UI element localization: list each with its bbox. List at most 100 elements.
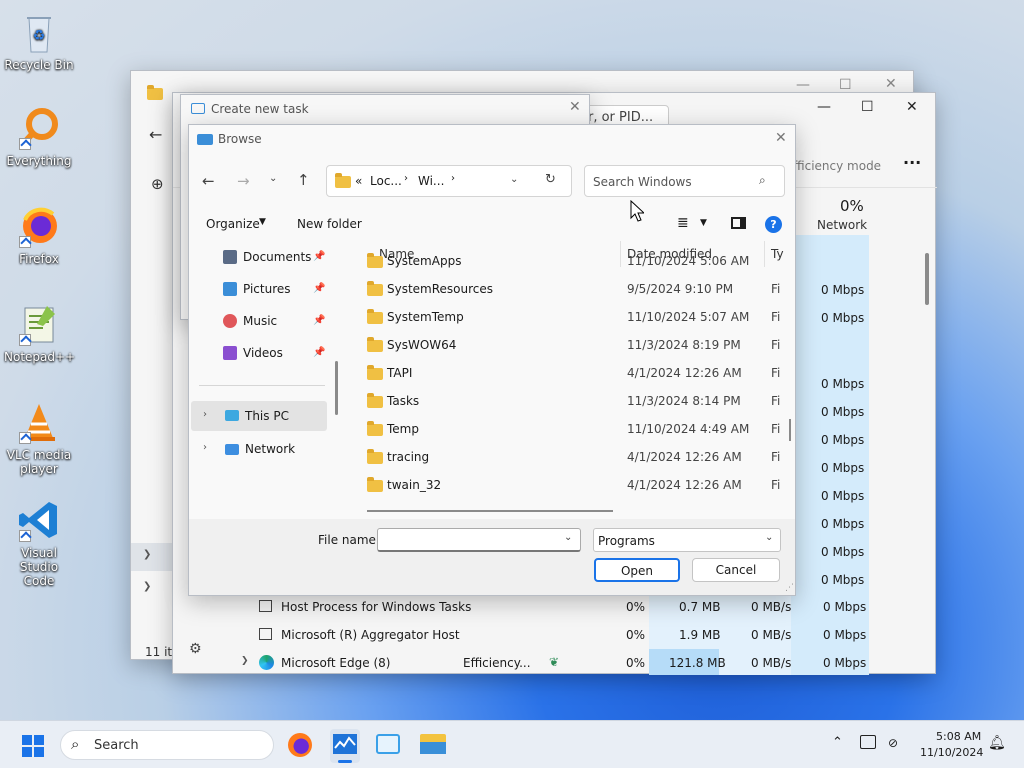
maximize-button[interactable]: ☐ — [839, 77, 852, 93]
minimize-button[interactable]: — — [796, 77, 810, 93]
refresh-icon[interactable]: ↻ — [545, 172, 556, 187]
nav-item-music[interactable]: Music 📌 — [189, 307, 325, 335]
search-icon: ⌕ — [759, 173, 766, 187]
minimize-button[interactable]: — — [817, 99, 831, 115]
back-arrow-icon[interactable]: ← — [149, 125, 162, 144]
nav-item-documents[interactable]: Documents 📌 — [189, 243, 325, 271]
folder-icon — [367, 309, 383, 325]
view-list-icon[interactable]: ≣ — [677, 215, 689, 231]
file-explorer-taskbar-icon[interactable] — [420, 734, 446, 754]
network-disconnected-icon[interactable]: ⊘ — [888, 736, 898, 750]
table-row[interactable]: Host Process for Windows Tasks 0% 0.7 MB… — [173, 593, 933, 621]
desktop-icon-firefox[interactable]: Firefox — [4, 204, 74, 266]
efficiency-leaf-icon: ❦ — [549, 655, 560, 669]
up-arrow-icon[interactable]: ↑ — [297, 171, 310, 189]
settings-gear-icon[interactable]: ⚙ — [189, 641, 202, 657]
breadcrumb-windows[interactable]: Wi... — [418, 174, 444, 188]
music-icon — [223, 314, 237, 328]
desktop-icon-everything[interactable]: Everything — [4, 106, 74, 168]
active-indicator — [338, 760, 352, 763]
new-plus-icon[interactable]: ⊕ — [151, 175, 164, 193]
list-horizontal-scrollbar-thumb[interactable] — [367, 510, 613, 512]
organize-menu[interactable]: Organize — [206, 217, 260, 231]
new-folder-button[interactable]: New folder — [297, 217, 362, 231]
recent-chevron-down-icon[interactable]: ⌄ — [269, 173, 277, 184]
pin-icon[interactable]: 📌 — [313, 283, 325, 294]
list-vertical-scrollbar-thumb[interactable] — [789, 419, 791, 441]
help-icon[interactable]: ? — [765, 216, 782, 233]
resize-grip-icon[interactable]: ⋰ — [785, 583, 794, 593]
breadcrumb-local-disk[interactable]: Loc... — [370, 174, 402, 188]
breadcrumb-overflow[interactable]: « — [355, 174, 362, 188]
table-row[interactable]: ❯ Microsoft Edge (8) Efficiency... ❦ 0% … — [173, 649, 933, 677]
file-list[interactable]: Name ⌃ Date modified Ty SystemApps 11/10… — [347, 241, 787, 521]
chevron-right-icon[interactable]: › — [203, 409, 207, 420]
scrollbar-thumb[interactable] — [925, 253, 929, 305]
desktop-icon-vlc[interactable]: VLC media player — [4, 400, 74, 476]
display-icon[interactable] — [860, 735, 876, 749]
list-item[interactable]: SystemResources 9/5/2024 9:10 PM Fi — [347, 275, 787, 303]
list-item[interactable]: SystemTemp 11/10/2024 5:07 AM Fi — [347, 303, 787, 331]
desktop-icon-recycle-bin[interactable]: ♻ Recycle Bin — [4, 10, 74, 72]
clock-date[interactable]: 11/10/2024 — [920, 746, 983, 759]
list-item[interactable]: tracing 4/1/2024 12:26 AM Fi — [347, 443, 787, 471]
notification-bell-icon[interactable]: 🔔︎ — [988, 735, 1006, 751]
chevron-right-icon[interactable]: ❯ — [143, 581, 151, 592]
close-button[interactable]: ✕ — [775, 130, 787, 146]
chevron-right-icon[interactable]: ❯ — [241, 656, 249, 666]
forward-arrow-icon[interactable]: → — [237, 172, 250, 190]
search-input[interactable]: Search Windows ⌕ — [584, 165, 785, 197]
network-percent: 0% — [840, 197, 864, 215]
desktop-icon-label: Recycle Bin — [4, 58, 74, 72]
browse-dialog[interactable]: Browse ✕ ← → ⌄ ↑ « Loc... › Wi... › ⌄ ↻ … — [188, 124, 796, 596]
run-taskbar-icon[interactable] — [376, 734, 400, 754]
list-item[interactable]: TAPI 4/1/2024 12:26 AM Fi — [347, 359, 787, 387]
list-item[interactable]: twain_32 4/1/2024 12:26 AM Fi — [347, 471, 787, 499]
navigation-pane[interactable]: Documents 📌 Pictures 📌 Music 📌 Videos 📌 … — [189, 241, 329, 521]
svg-text:♻: ♻ — [33, 28, 46, 44]
nav-scrollbar-thumb[interactable] — [335, 361, 338, 415]
chevron-down-icon[interactable]: ⌄ — [564, 532, 572, 543]
efficiency-mode-button[interactable]: fficiency mode — [793, 159, 881, 173]
chevron-right-icon[interactable]: › — [203, 442, 207, 453]
nav-item-network[interactable]: › Network — [191, 435, 327, 463]
address-bar[interactable]: « Loc... › Wi... › ⌄ ↻ — [326, 165, 572, 197]
list-item[interactable]: SystemApps 11/10/2024 5:06 AM — [347, 253, 787, 275]
network-column-header[interactable]: Network — [817, 218, 867, 232]
pin-icon[interactable]: 📌 — [313, 347, 325, 358]
pin-icon[interactable]: 📌 — [313, 315, 325, 326]
task-manager-taskbar-button[interactable] — [330, 729, 360, 763]
close-button[interactable]: ✕ — [906, 99, 918, 115]
list-item[interactable]: Tasks 11/3/2024 8:14 PM Fi — [347, 387, 787, 415]
start-windows-icon[interactable] — [22, 735, 44, 757]
desktop-icon-notepadpp[interactable]: Notepad++ — [4, 302, 75, 364]
chevron-down-icon[interactable]: ▼ — [700, 218, 707, 228]
back-arrow-icon[interactable]: ← — [202, 172, 215, 190]
more-options-icon[interactable]: ··· — [903, 153, 921, 172]
chevron-down-icon[interactable]: ⌄ — [510, 174, 518, 185]
nav-item-this-pc[interactable]: › This PC — [191, 401, 327, 431]
nav-selected-strip — [131, 543, 175, 571]
everything-icon — [17, 106, 61, 150]
list-item[interactable]: Temp 11/10/2024 4:49 AM Fi — [347, 415, 787, 443]
file-type-select[interactable]: Programs ⌄ — [593, 528, 781, 552]
firefox-taskbar-icon[interactable] — [288, 733, 312, 757]
nav-item-videos[interactable]: Videos 📌 — [189, 339, 325, 367]
preview-pane-icon[interactable] — [731, 217, 746, 229]
desktop-icon-vscode[interactable]: Visual Studio Code — [4, 498, 74, 588]
chevron-up-icon[interactable]: ⌃ — [832, 735, 843, 750]
close-button[interactable]: ✕ — [885, 76, 897, 92]
nav-item-pictures[interactable]: Pictures 📌 — [189, 275, 325, 303]
list-item[interactable]: SysWOW64 11/3/2024 8:19 PM Fi — [347, 331, 787, 359]
clock-time[interactable]: 5:08 AM — [936, 730, 981, 743]
pin-icon[interactable]: 📌 — [313, 251, 325, 262]
file-name-input[interactable]: ⌄ — [377, 528, 581, 552]
open-button[interactable]: Open — [594, 558, 680, 582]
maximize-button[interactable]: ☐ — [861, 99, 874, 115]
chevron-right-icon[interactable]: ❯ — [143, 549, 151, 560]
close-button[interactable]: ✕ — [569, 99, 581, 115]
taskbar-search-box[interactable]: ⌕ Search — [60, 730, 274, 760]
table-row[interactable]: Microsoft (R) Aggregator Host 0% 1.9 MB … — [173, 621, 933, 649]
this-pc-icon — [225, 410, 239, 421]
cancel-button[interactable]: Cancel — [692, 558, 780, 582]
